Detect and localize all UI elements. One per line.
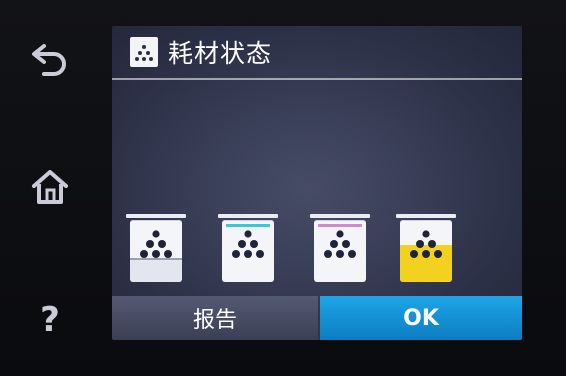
title-bar: 耗材状态 [112, 26, 522, 80]
back-arrow-glyph [32, 44, 66, 76]
cartridge-dot [348, 250, 356, 258]
cartridge-dots-icon [140, 230, 172, 258]
cartridge-dot [164, 250, 172, 258]
cartridge-dot [140, 250, 148, 258]
cartridge-dot [410, 250, 418, 258]
home-glyph [32, 170, 68, 204]
cartridge-magenta[interactable] [310, 214, 370, 290]
cartridge-dot [238, 240, 246, 248]
cartridge-dot [250, 240, 258, 248]
cartridge-dot [342, 240, 350, 248]
ok-button[interactable]: OK [320, 296, 522, 340]
magenta-stripe [318, 224, 362, 227]
home-icon[interactable] [26, 162, 74, 210]
cartridge-dot [232, 250, 240, 258]
cartridge-dot [336, 250, 344, 258]
back-icon[interactable] [26, 34, 74, 82]
page-title: 耗材状态 [168, 39, 273, 68]
cartridge-yellow[interactable] [396, 214, 456, 290]
cartridge-dots-icon [324, 230, 356, 258]
cartridge-dot [244, 250, 252, 258]
cartridge-dot [330, 240, 338, 248]
cartridge-dot [422, 230, 430, 238]
help-icon[interactable]: ? [26, 296, 74, 344]
cartridge-dot [422, 250, 430, 258]
cartridge-dot [158, 240, 166, 248]
cartridge-dot [416, 240, 424, 248]
cartridge-dot [256, 250, 264, 258]
cartridge-row [126, 214, 516, 294]
cartridge-dot [428, 240, 436, 248]
cartridge-dot [152, 250, 160, 258]
cartridge-dot [434, 250, 442, 258]
cyan-stripe [226, 224, 270, 227]
report-button[interactable]: 报告 [112, 296, 318, 340]
cartridge-dot [324, 250, 332, 258]
cartridge-black[interactable] [126, 214, 186, 290]
cartridge-cyan[interactable] [218, 214, 278, 290]
cartridge-dot [336, 230, 344, 238]
supplies-icon [130, 37, 158, 67]
lcd-screen: 耗材状态 报告 OK [112, 26, 522, 340]
cartridge-dots-icon [232, 230, 264, 258]
cartridge-dot [244, 230, 252, 238]
cartridge-dots-icon [410, 230, 442, 258]
cartridge-dot [152, 230, 160, 238]
cartridge-dot [146, 240, 154, 248]
